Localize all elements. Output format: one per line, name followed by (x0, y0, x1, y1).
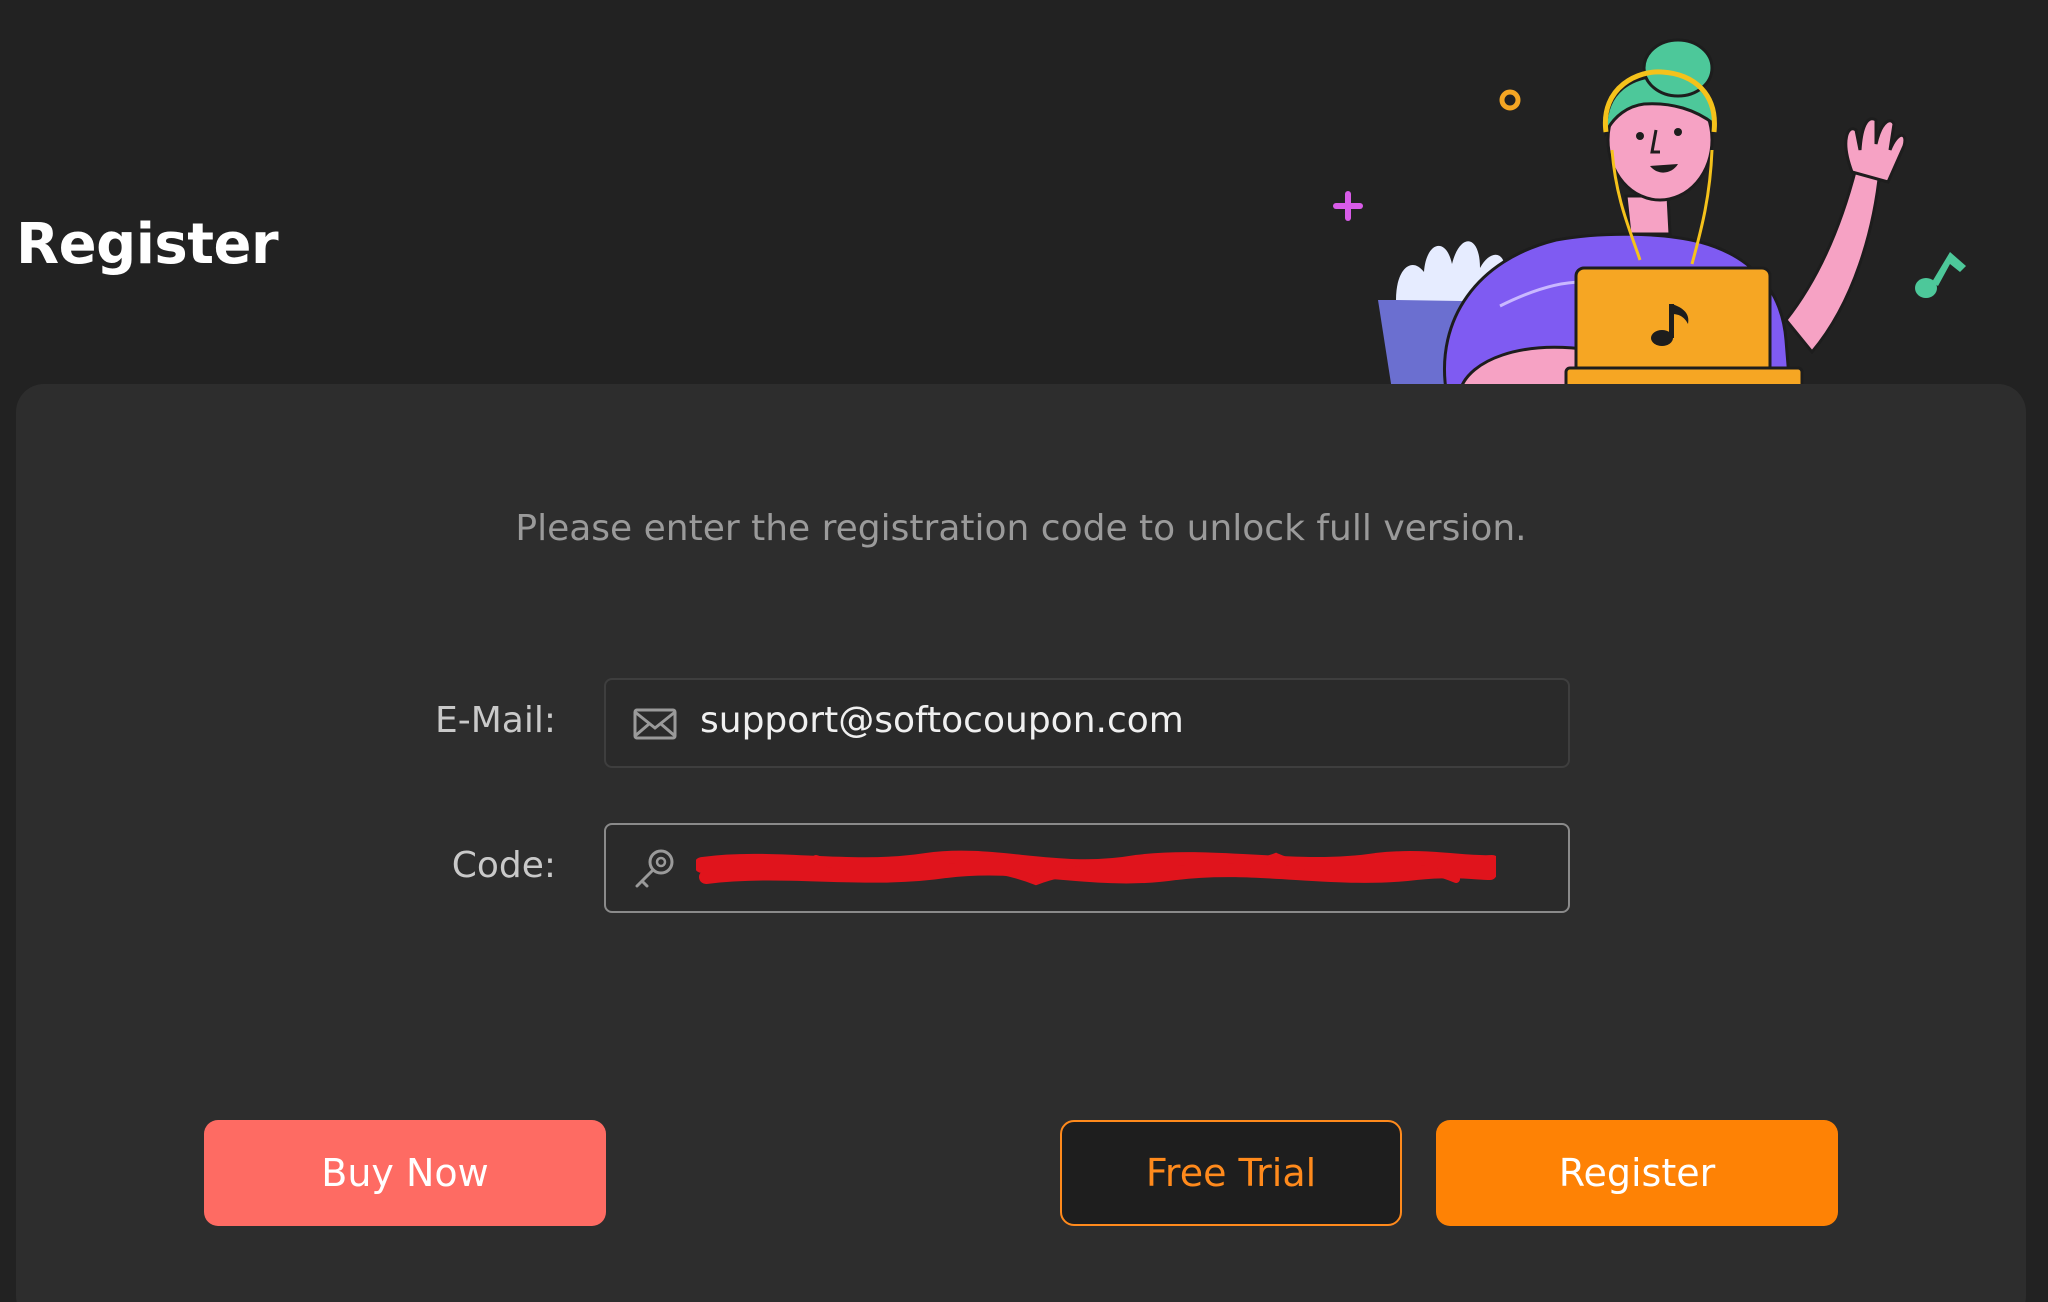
sparkle-plus-icon (1333, 191, 1363, 221)
envelope-icon (633, 708, 677, 740)
code-label: Code: (451, 845, 556, 886)
floating-note-icon (1915, 252, 1966, 298)
email-field[interactable]: support@softocoupon.com (604, 678, 1570, 768)
sparkle-circle-icon (1499, 89, 1521, 111)
code-field[interactable] (604, 823, 1570, 913)
redaction-scribble (696, 850, 1496, 886)
registration-panel: Please enter the registration code to un… (16, 384, 2026, 1302)
register-window: Register Please enter the registration c… (0, 0, 2048, 1302)
email-label: E-Mail: (435, 700, 556, 741)
register-button[interactable]: Register (1436, 1120, 1838, 1226)
free-trial-button[interactable]: Free Trial (1060, 1120, 1402, 1226)
instruction-text: Please enter the registration code to un… (515, 508, 1527, 549)
header-illustration (1333, 38, 1966, 390)
key-icon (635, 849, 674, 888)
email-value: support@softocoupon.com (700, 700, 1184, 741)
waving-hand (1844, 117, 1907, 184)
buy-now-button[interactable]: Buy Now (204, 1120, 606, 1226)
page-title: Register (16, 212, 279, 277)
waving-arm (1784, 166, 1882, 355)
